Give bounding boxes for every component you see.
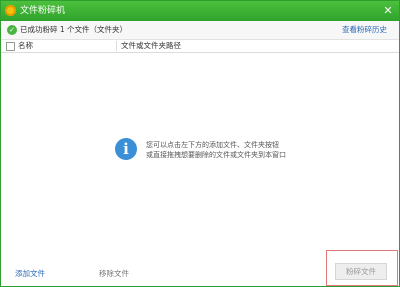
file-table-header: 名称 文件或文件夹路径 [1, 40, 399, 53]
status-bar: ✓ 已成功粉碎 1 个文件（文件夹） 查看粉碎历史 [1, 21, 399, 40]
window-title: 文件粉碎机 [20, 6, 66, 16]
status-message: 已成功粉碎 1 个文件（文件夹） [20, 25, 128, 34]
shred-file-button[interactable]: 粉碎文件 [335, 263, 387, 280]
title-bar: 文件粉碎机 ✕ [1, 1, 399, 21]
info-icon: i [115, 138, 137, 160]
add-file-button[interactable]: 添加文件 [15, 269, 45, 279]
check-circle-icon: ✓ [7, 25, 17, 35]
remove-file-button[interactable]: 移除文件 [99, 269, 129, 279]
hint-line-2: 或直接拖拽想要删除的文件或文件夹到本窗口 [146, 151, 286, 159]
shredder-app-icon [5, 5, 16, 16]
empty-hint: 您可以点击左下方的添加文件、文件夹按钮 或直接拖拽想要删除的文件或文件夹到本窗口 [146, 140, 286, 160]
file-shredder-window: 文件粉碎机 ✕ ✓ 已成功粉碎 1 个文件（文件夹） 查看粉碎历史 名称 文件或… [0, 0, 400, 287]
column-divider[interactable] [116, 41, 117, 51]
select-all-checkbox[interactable] [6, 42, 15, 51]
column-header-name[interactable]: 名称 [18, 41, 33, 51]
close-button[interactable]: ✕ [381, 4, 395, 18]
hint-line-1: 您可以点击左下方的添加文件、文件夹按钮 [146, 141, 279, 149]
view-history-link[interactable]: 查看粉碎历史 [342, 25, 387, 35]
column-header-path[interactable]: 文件或文件夹路径 [121, 41, 181, 51]
